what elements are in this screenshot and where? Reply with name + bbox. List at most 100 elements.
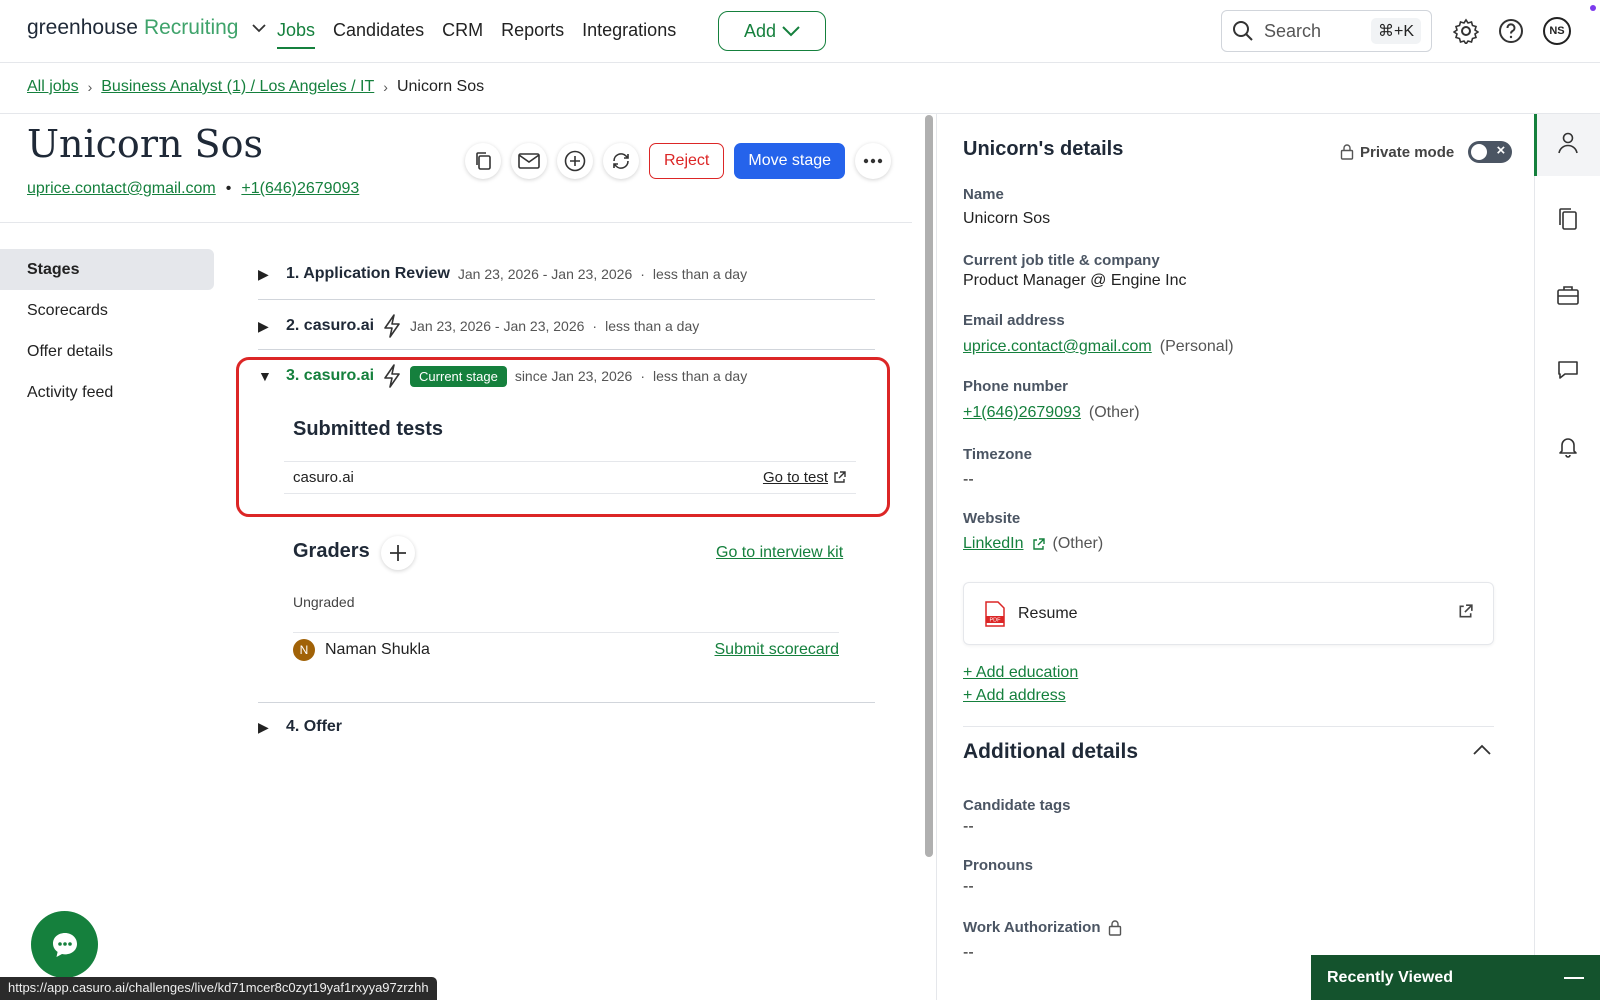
more-button[interactable]: [855, 143, 892, 179]
name-value: Unicorn Sos: [963, 210, 1050, 228]
phone-label: Phone number: [963, 378, 1069, 395]
plus-icon: [390, 545, 406, 561]
website-type: (Other): [1052, 535, 1104, 552]
toggle-switch[interactable]: [1468, 141, 1513, 163]
add-education-link[interactable]: + Add education: [963, 664, 1078, 682]
nav-jobs[interactable]: Jobs: [277, 20, 316, 49]
separator-dot: ·: [592, 318, 598, 334]
breadcrumb-job[interactable]: Business Analyst (1) / Los Angeles / IT: [101, 78, 374, 96]
user-avatar[interactable]: NS: [1543, 17, 1571, 45]
chevron-down-icon: [782, 25, 800, 36]
search-input[interactable]: Search ⌘+K: [1221, 10, 1432, 52]
add-grader-button[interactable]: [381, 536, 415, 570]
chevron-up-icon[interactable]: [1472, 744, 1492, 756]
scrollbar[interactable]: [925, 115, 933, 857]
chevron-right-icon: ›: [87, 79, 93, 95]
briefcase-icon[interactable]: [1556, 283, 1580, 307]
logo-sub: Recruiting: [143, 16, 239, 39]
additional-details-title: Additional details: [963, 740, 1139, 763]
phone-type: (Other): [1088, 404, 1140, 421]
go-to-test-label: Go to test: [762, 469, 828, 486]
chevron-right-icon: ›: [383, 79, 388, 95]
more-icon: [863, 158, 883, 164]
candidate-name: Unicorn Sos: [27, 122, 263, 166]
chat-button[interactable]: [31, 911, 98, 978]
private-mode-toggle[interactable]: Private mode: [1340, 141, 1513, 163]
grader-row: N Naman Shukla Submit scorecard: [293, 632, 839, 662]
person-icon[interactable]: [1556, 131, 1580, 155]
sidenav-offer-details[interactable]: Offer details: [0, 331, 214, 372]
email-value: uprice.contact@gmail.com (Personal): [963, 338, 1234, 356]
grader-avatar: N: [293, 638, 315, 661]
work-auth-value: --: [963, 944, 974, 962]
side-navigation: Stages Scorecards Offer details Activity…: [0, 249, 214, 413]
reject-button[interactable]: Reject: [649, 143, 725, 179]
candidate-contact: uprice.contact@gmail.com • +1(646)267909…: [27, 180, 359, 198]
sidenav-scorecards[interactable]: Scorecards: [0, 290, 214, 331]
phone-link[interactable]: +1(646)2679093: [963, 404, 1081, 422]
submitted-tests-title: Submitted tests: [293, 418, 444, 440]
submit-scorecard-link[interactable]: Submit scorecard: [715, 641, 840, 659]
notification-dot: [1590, 5, 1596, 11]
candidate-email-link[interactable]: uprice.contact@gmail.com: [27, 180, 216, 198]
nav-reports[interactable]: Reports: [501, 20, 564, 49]
pdf-icon: PDF: [985, 600, 1005, 627]
documents-icon[interactable]: [1556, 207, 1580, 231]
nav-integrations[interactable]: Integrations: [582, 20, 676, 49]
bell-icon[interactable]: [1556, 434, 1580, 458]
sidenav-stages[interactable]: Stages: [0, 249, 214, 290]
stage-dates: Jan 23, 2026 - Jan 23, 2026: [410, 318, 585, 334]
stage-row[interactable]: ▶ 1. Application Review Jan 23, 2026 - J…: [258, 265, 875, 283]
resume-card[interactable]: PDF Resume: [963, 582, 1494, 645]
email-button[interactable]: [511, 143, 547, 179]
comment-icon[interactable]: [1556, 358, 1580, 382]
resume-label: Resume: [1018, 604, 1078, 622]
transfer-button[interactable]: [603, 143, 639, 179]
caret-right-icon[interactable]: ▶: [258, 719, 278, 736]
gear-icon[interactable]: [1453, 18, 1479, 44]
refresh-icon: [613, 153, 629, 169]
linkedin-link[interactable]: LinkedIn: [963, 535, 1024, 553]
add-action-button[interactable]: [557, 143, 593, 179]
logo[interactable]: greenhouse Recruiting: [27, 16, 267, 40]
add-label: Add: [743, 20, 777, 41]
move-stage-button[interactable]: Move stage: [734, 143, 846, 179]
help-icon[interactable]: [1498, 18, 1524, 44]
tags-value: --: [963, 818, 974, 836]
external-link-icon[interactable]: [1032, 537, 1045, 551]
website-value: LinkedIn (Other): [963, 535, 1103, 553]
caret-right-icon[interactable]: ▶: [258, 266, 278, 283]
job-label: Current job title & company: [963, 252, 1160, 269]
separator-dot: •: [225, 180, 232, 197]
chevron-down-icon[interactable]: [252, 20, 267, 36]
go-to-interview-kit-link[interactable]: Go to interview kit: [716, 544, 843, 562]
candidate-phone-link[interactable]: +1(646)2679093: [241, 180, 359, 198]
sidenav-activity-feed[interactable]: Activity feed: [0, 372, 214, 413]
external-link-icon[interactable]: [1458, 603, 1473, 624]
stage-row[interactable]: ▶ 4. Offer: [258, 718, 875, 736]
search-placeholder: Search: [1264, 20, 1322, 41]
add-button[interactable]: Add: [718, 11, 826, 51]
go-to-test-link[interactable]: Go to test: [763, 469, 846, 486]
job-text: Product Manager @ Engine Inc: [963, 272, 1187, 289]
timezone-label: Timezone: [963, 446, 1032, 463]
minimize-icon[interactable]: [1564, 976, 1584, 979]
email-link[interactable]: uprice.contact@gmail.com: [963, 338, 1152, 356]
recently-viewed-panel[interactable]: Recently Viewed: [1311, 955, 1600, 1000]
caret-right-icon[interactable]: ▶: [258, 318, 278, 335]
copy-button[interactable]: [465, 143, 501, 179]
right-rail: [1534, 114, 1600, 1000]
nav-crm[interactable]: CRM: [442, 20, 483, 49]
copy-icon: [476, 152, 491, 170]
breadcrumb-current: Unicorn Sos: [396, 78, 485, 95]
work-auth-label: Work Authorization: [963, 919, 1122, 936]
breadcrumb-all-jobs[interactable]: All jobs: [27, 78, 79, 96]
stage-row[interactable]: ▶ 2. casuro.ai Jan 23, 2026 - Jan 23, 20…: [258, 314, 875, 338]
recently-viewed-label: Recently Viewed: [1327, 968, 1453, 986]
stage-duration: less than a day: [652, 266, 748, 282]
add-address-link[interactable]: + Add address: [963, 687, 1066, 705]
name-text: Unicorn Sos: [963, 210, 1051, 227]
tags-text: --: [963, 818, 974, 835]
pronouns-value: --: [963, 878, 974, 896]
nav-candidates[interactable]: Candidates: [333, 20, 424, 49]
